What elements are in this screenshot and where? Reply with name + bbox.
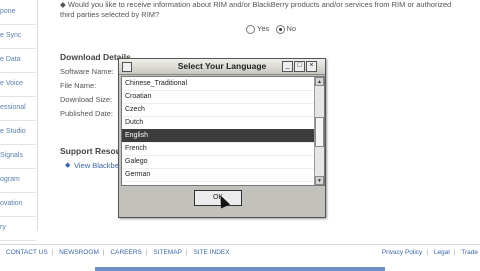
question-text: Would you like to receive information ab… — [60, 0, 452, 19]
footer-links: CONTACT US | NEWSROOM | CAREERS | SITEMAP | … — [6, 249, 230, 256]
contact-us-link[interactable]: CONTACT US — [6, 249, 48, 256]
list-item[interactable]: French — [122, 142, 317, 156]
sidebar-item[interactable]: ry — [0, 216, 36, 241]
list-item[interactable]: German — [122, 168, 317, 182]
list-item[interactable]: Czech — [122, 103, 317, 117]
sidebar-item[interactable]: Signals — [0, 144, 36, 169]
footer: CONTACT US | NEWSROOM | CAREERS | SITEMAP | … — [0, 244, 480, 271]
list-item[interactable]: Chinese_Traditional — [122, 77, 317, 91]
sitemap-link[interactable]: SITEMAP — [153, 249, 182, 256]
list-item[interactable]: Dutch — [122, 116, 317, 130]
file-name-label: File Name: — [60, 81, 97, 90]
sidebar-item[interactable]: ogram — [0, 168, 36, 193]
sidebar-item[interactable]: e Sync — [0, 24, 36, 49]
sidebar-item[interactable]: pone — [0, 0, 36, 25]
radio-no[interactable] — [275, 24, 285, 34]
dialog-titlebar[interactable]: Select Your Language _ □ × — [119, 59, 325, 75]
maximize-icon[interactable]: □ — [294, 61, 305, 72]
radio-yes-label: Yes — [257, 24, 270, 33]
software-name-label: Software Name: — [60, 67, 114, 76]
sidebar-item[interactable]: ovation — [0, 192, 36, 217]
download-size-label: Download Size: — [60, 95, 113, 104]
sidebar-item[interactable]: e Voice — [0, 72, 36, 97]
site-index-link[interactable]: SITE INDEX — [193, 249, 229, 256]
sidebar-item[interactable]: e Data — [0, 48, 36, 73]
radio-yes[interactable] — [246, 24, 255, 34]
scroll-down-icon[interactable]: ▼ — [315, 176, 324, 185]
language-listbox[interactable]: Chinese_Traditional Croatian Czech Dutch… — [121, 76, 325, 186]
bullet-icon: ◆ — [60, 0, 68, 9]
radio-no-label: No — [286, 24, 297, 33]
marketing-question: ◆ Would you like to receive information … — [60, 0, 460, 20]
vertical-scrollbar[interactable]: ▲ ▼ — [314, 77, 324, 185]
sidebar-nav: pone e Sync e Data e Voice essional e St… — [0, 0, 38, 241]
bullet-icon: ◆ — [65, 162, 71, 169]
trade-link[interactable]: Trade — [461, 249, 478, 256]
careers-link[interactable]: CAREERS — [110, 249, 141, 256]
scroll-thumb[interactable] — [315, 117, 324, 147]
list-item[interactable]: Croatian — [122, 90, 317, 104]
published-date-label: Published Date: — [60, 109, 113, 118]
privacy-policy-link[interactable]: Privacy Policy — [382, 249, 422, 256]
list-item-selected[interactable]: English — [122, 129, 317, 143]
footer-legal-links: Privacy Policy | Legal | Trade — [381, 249, 478, 256]
scroll-up-icon[interactable]: ▲ — [315, 77, 324, 86]
list-item[interactable]: Galego — [122, 155, 317, 169]
close-icon[interactable]: × — [306, 61, 317, 72]
minimize-icon[interactable]: _ — [282, 61, 293, 72]
footer-bar — [95, 267, 385, 271]
marketing-radio-group: Yes No — [246, 24, 296, 34]
legal-link[interactable]: Legal — [434, 249, 450, 256]
sidebar-item[interactable]: essional — [0, 96, 36, 121]
newsroom-link[interactable]: NEWSROOM — [59, 249, 99, 256]
sidebar-item[interactable]: e Studio — [0, 120, 36, 145]
